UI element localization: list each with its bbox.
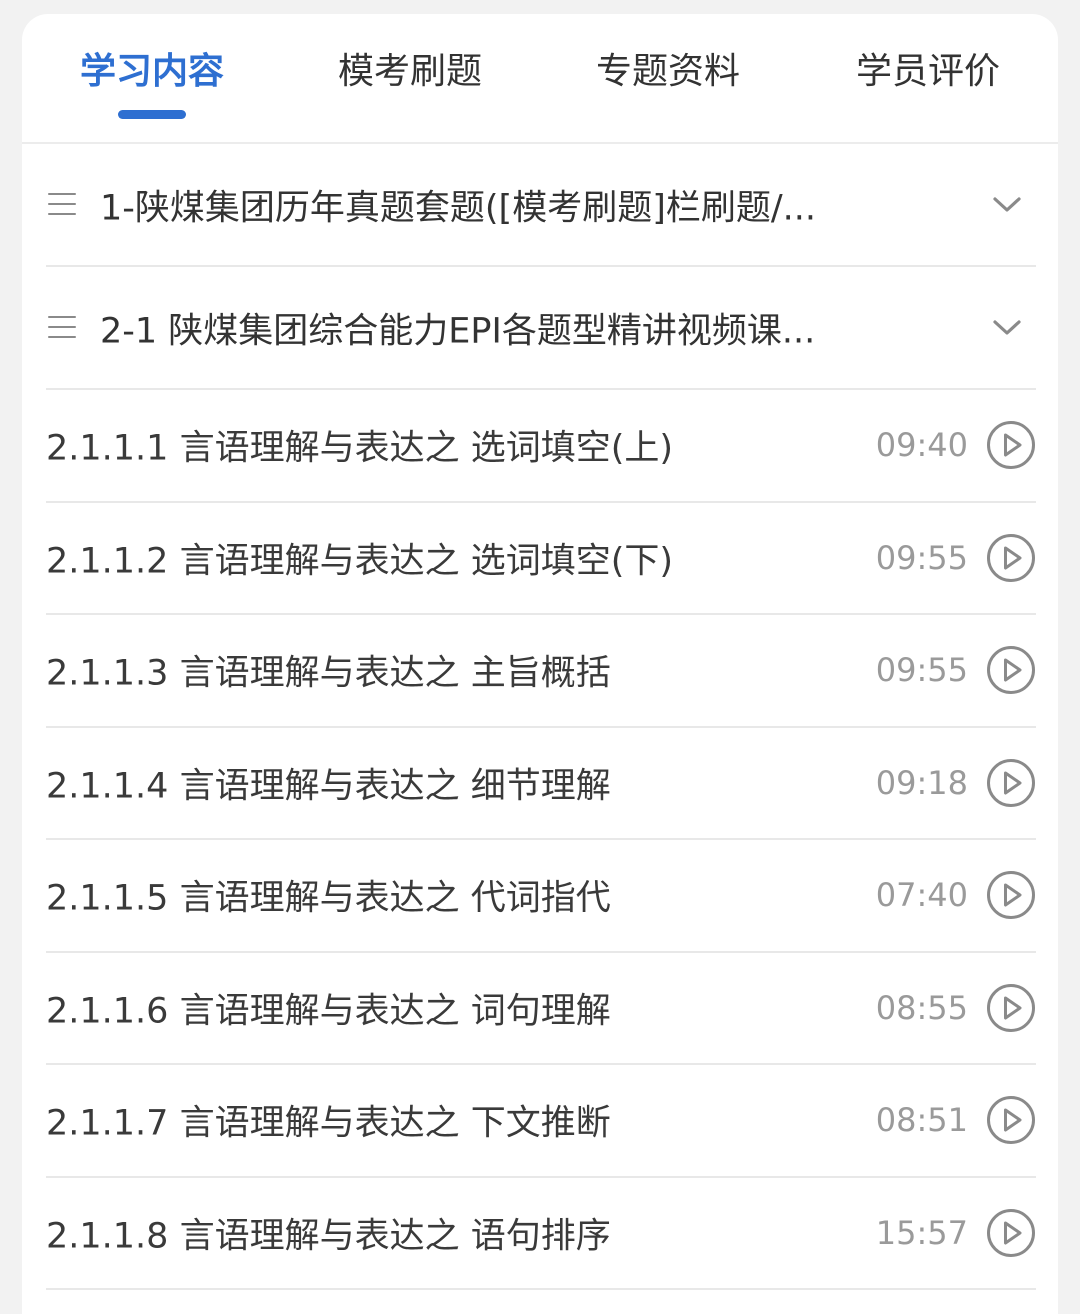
- lesson-row[interactable]: 2.1.1.7 言语理解与表达之 下文推断 08:51: [46, 1065, 1036, 1178]
- lesson-row[interactable]: 2.1.1.4 言语理解与表达之 细节理解 09:18: [46, 728, 1036, 840]
- lesson-row[interactable]: 2.1.1.6 言语理解与表达之 词句理解 08:55: [46, 953, 1036, 1065]
- active-tab-indicator: [118, 110, 186, 119]
- play-button[interactable]: [986, 870, 1036, 920]
- play-circle-icon: [987, 1208, 1035, 1257]
- play-button[interactable]: [986, 533, 1036, 583]
- chevron-down-icon[interactable]: [992, 195, 1022, 215]
- play-circle-icon: [987, 1096, 1035, 1145]
- tab-student-reviews[interactable]: 学员评价: [848, 48, 1008, 96]
- play-button[interactable]: [986, 758, 1036, 808]
- lesson-duration: 09:55: [875, 651, 968, 690]
- lesson-duration: 08:55: [875, 988, 968, 1027]
- lesson-duration: 08:51: [875, 1101, 968, 1140]
- lesson-title: 2.1.1.3 言语理解与表达之 主旨概括: [46, 653, 611, 694]
- lesson-row[interactable]: 2.1.1.2 言语理解与表达之 选词填空(下) 09:55: [46, 503, 1036, 615]
- lesson-title: 2.1.1.6 言语理解与表达之 词句理解: [46, 991, 611, 1032]
- lesson-title: 2.1.1.2 言语理解与表达之 选词填空(下): [46, 541, 674, 582]
- chapter-row[interactable]: 1-陕煤集团历年真题套题([模考刷题]栏刷题/...: [46, 144, 1036, 267]
- lesson-row[interactable]: 2.1.1.8 言语理解与表达之 语句排序 15:57: [46, 1178, 1036, 1290]
- tab-topic-materials[interactable]: 专题资料: [588, 48, 748, 96]
- lesson-duration: 09:18: [875, 763, 968, 802]
- chapter-row[interactable]: 2-1 陕煤集团综合能力EPI各题型精讲视频课...: [46, 267, 1036, 390]
- play-circle-icon: [987, 983, 1035, 1032]
- lesson-duration: 09:55: [875, 538, 968, 577]
- tab-bar: 学习内容 模考刷题 专题资料 学员评价: [22, 14, 1058, 144]
- tab-study-content[interactable]: 学习内容: [72, 48, 232, 96]
- play-circle-icon: [987, 421, 1035, 470]
- play-circle-icon: [987, 871, 1035, 920]
- chapter-title: 1-陕煤集团历年真题套题([模考刷题]栏刷题/...: [100, 188, 817, 228]
- play-button[interactable]: [986, 645, 1036, 695]
- chevron-down-icon[interactable]: [992, 318, 1022, 338]
- tab-mock-exam[interactable]: 模考刷题: [330, 48, 490, 96]
- lesson-duration: 09:40: [875, 426, 968, 465]
- play-button[interactable]: [986, 1095, 1036, 1145]
- play-button[interactable]: [986, 420, 1036, 470]
- lesson-title: 2.1.1.1 言语理解与表达之 选词填空(上): [46, 428, 674, 469]
- course-outline-list: 1-陕煤集团历年真题套题([模考刷题]栏刷题/... 2-1 陕煤集团综合能力E…: [46, 144, 1036, 1290]
- play-button[interactable]: [986, 1208, 1036, 1258]
- course-catalog-card: 学习内容 模考刷题 专题资料 学员评价 1-陕煤集团历年真题套题([模考刷题]栏…: [22, 14, 1058, 1314]
- lesson-title: 2.1.1.7 言语理解与表达之 下文推断: [46, 1103, 611, 1144]
- play-circle-icon: [987, 533, 1035, 582]
- play-button[interactable]: [986, 983, 1036, 1033]
- lesson-title: 2.1.1.8 言语理解与表达之 语句排序: [46, 1216, 611, 1257]
- lesson-title: 2.1.1.5 言语理解与表达之 代词指代: [46, 878, 611, 919]
- lesson-title: 2.1.1.4 言语理解与表达之 细节理解: [46, 766, 611, 807]
- lesson-duration: 15:57: [875, 1213, 968, 1252]
- lesson-row[interactable]: 2.1.1.5 言语理解与表达之 代词指代 07:40: [46, 840, 1036, 953]
- menu-icon: [48, 192, 76, 217]
- play-circle-icon: [987, 758, 1035, 807]
- lesson-row[interactable]: 2.1.1.1 言语理解与表达之 选词填空(上) 09:40: [46, 390, 1036, 503]
- lesson-duration: 07:40: [875, 876, 968, 915]
- lesson-row[interactable]: 2.1.1.3 言语理解与表达之 主旨概括 09:55: [46, 615, 1036, 728]
- play-circle-icon: [987, 646, 1035, 695]
- menu-icon: [48, 315, 76, 340]
- chapter-title: 2-1 陕煤集团综合能力EPI各题型精讲视频课...: [100, 311, 816, 351]
